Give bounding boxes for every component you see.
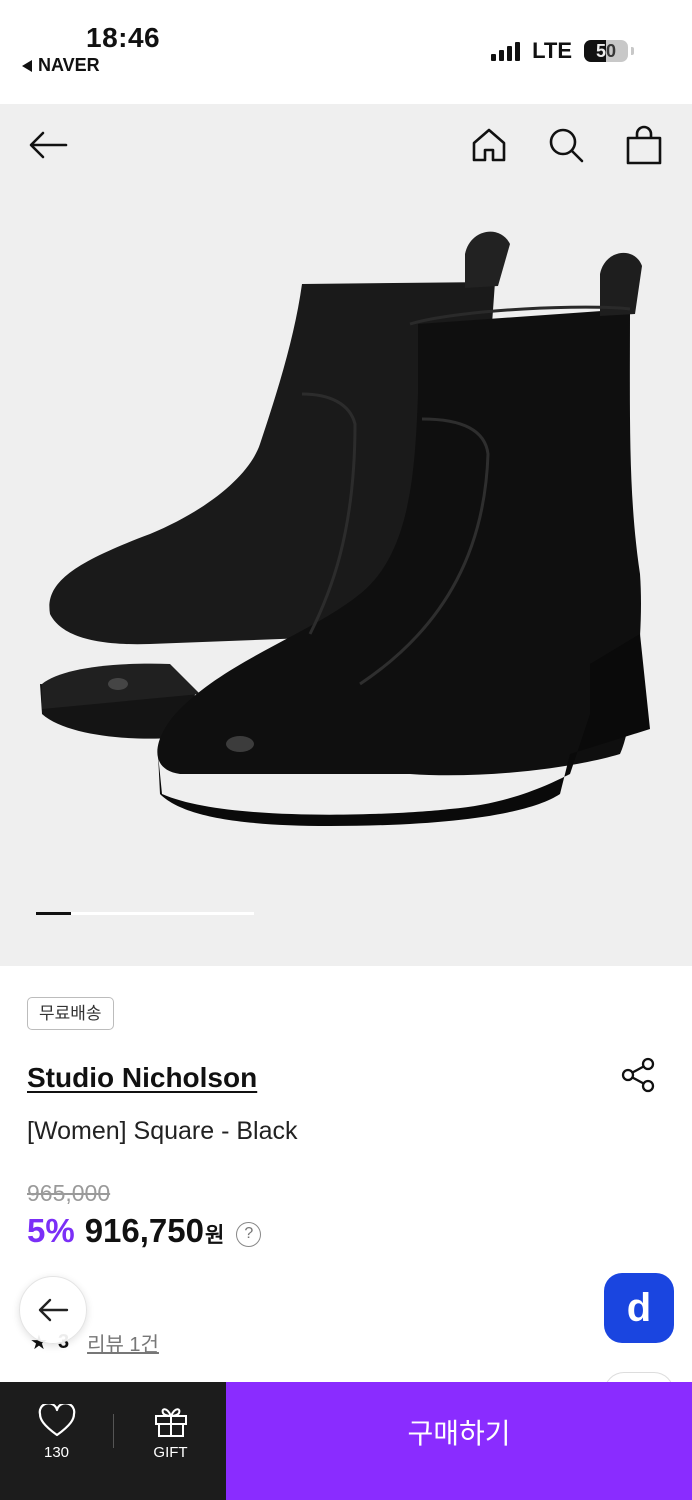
network-label: LTE [532,38,572,63]
battery-icon: 50 [584,40,628,62]
product-name: [Women] Square - Black [27,1117,298,1145]
like-button[interactable]: 130 [0,1382,113,1500]
discount-rate: 5% [27,1212,75,1249]
search-icon[interactable] [544,123,588,167]
home-icon[interactable] [467,123,511,167]
status-time: 18:46 [86,22,161,53]
back-app-label: NAVER [38,55,100,75]
back-to-app[interactable]: NAVER [22,55,100,76]
shopping-bag-icon[interactable] [622,123,666,167]
currency-label: 원 [205,1224,225,1247]
arrow-left-icon [38,1298,69,1322]
boots-image [40,231,650,826]
share-icon[interactable] [618,1055,658,1095]
battery-level: 50 [595,40,617,61]
signal-icon [491,41,521,61]
reviews-link[interactable]: 리뷰 1건 [87,1328,159,1357]
d-app-button[interactable]: d [604,1273,674,1343]
status-bar: 18:46 NAVER LTE 50 [0,0,692,104]
free-shipping-badge: 무료배송 [27,997,114,1030]
status-indicators: LTE 50 [491,38,634,64]
original-price: 965,000 [27,1180,111,1206]
gift-icon [154,1408,187,1437]
bottom-action-bar: 130 GIFT 구매하기 [0,1382,692,1500]
back-arrow-icon[interactable] [26,123,70,167]
brand-link[interactable]: Studio Nicholson [27,1062,257,1094]
sale-price: 916,750 [84,1212,204,1249]
gallery-progress [36,912,254,915]
gift-button[interactable]: GIFT [114,1382,227,1500]
price-row: 5% 916,750 원 ? [27,1212,262,1251]
gift-label: GIFT [153,1444,188,1461]
product-gallery[interactable] [0,104,692,966]
like-count: 130 [43,1444,70,1461]
price-help-icon[interactable]: ? [236,1221,262,1247]
buy-button[interactable]: 구매하기 [226,1382,692,1500]
back-triangle-icon [22,59,32,72]
floating-back-button[interactable] [19,1276,87,1344]
gallery-progress-fill [36,912,71,915]
heart-icon [38,1404,75,1437]
